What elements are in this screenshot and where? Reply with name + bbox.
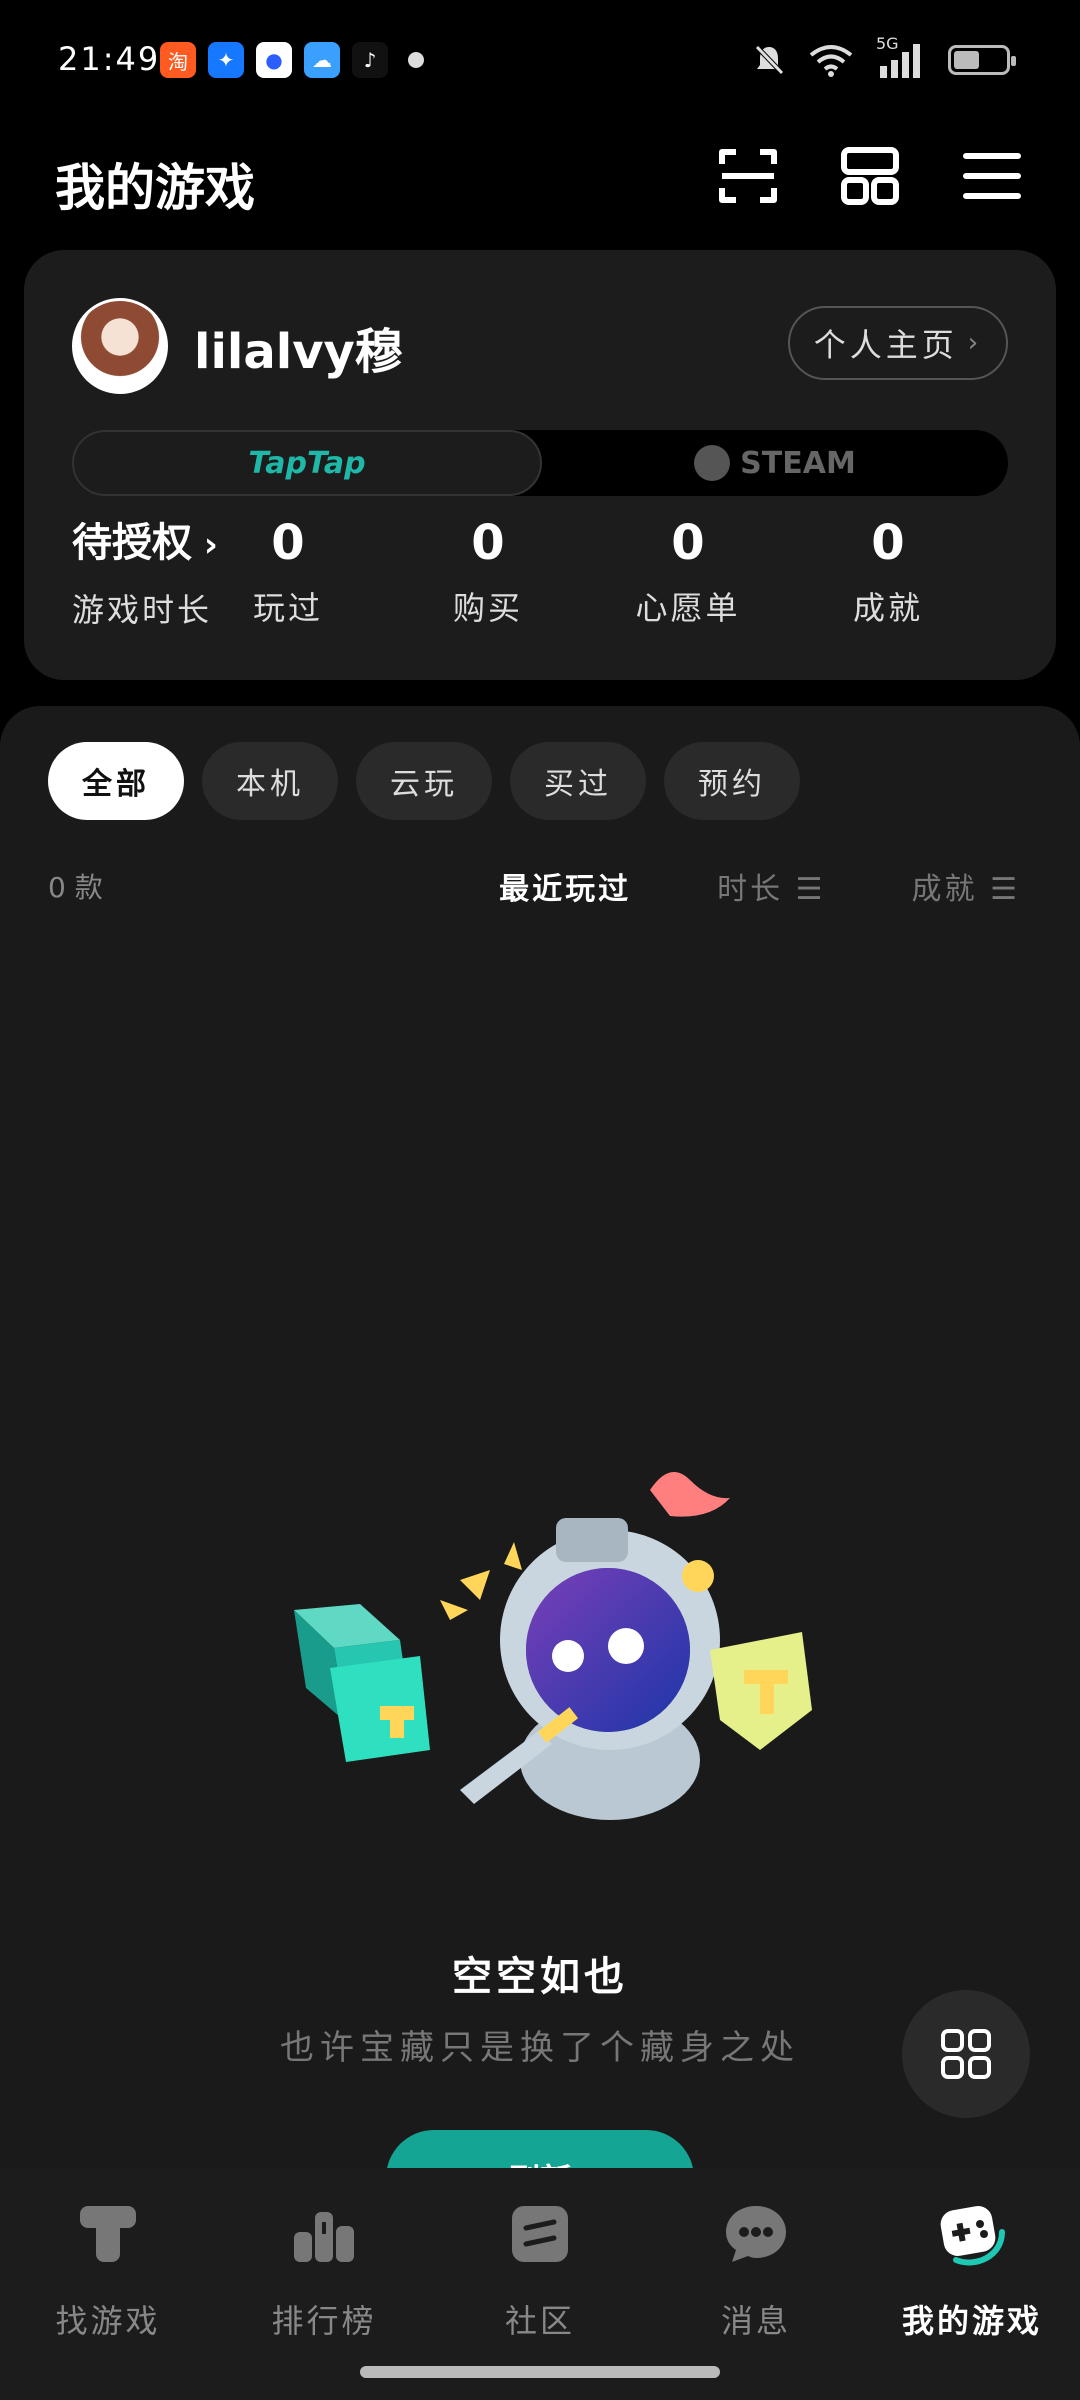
stat-played-label: 玩过 <box>252 589 323 627</box>
personal-homepage-button[interactable]: 个人主页 › <box>788 306 1008 380</box>
status-bar: 21:49 淘 ✦ ● ☁ ♪ 5G <box>0 0 1080 120</box>
nav-messages-label: 消息 <box>720 2302 791 2340</box>
nav-rankings-label: 排行榜 <box>271 2302 377 2340</box>
taptap-logo-icon <box>80 2206 136 2262</box>
top-bar: 我的游戏 <box>0 130 1080 230</box>
chip-purchased[interactable]: 买过 <box>510 742 646 820</box>
stat-purchased-value: 0 <box>471 515 505 571</box>
platform-tabs: TapTap STEAM <box>72 430 1008 496</box>
nav-my-games[interactable]: 我的游戏 <box>864 2198 1080 2342</box>
tab-steam[interactable]: STEAM <box>542 430 1008 496</box>
tiktok-icon: ♪ <box>352 42 388 78</box>
stat-achievements[interactable]: 0 成就 <box>798 508 978 638</box>
cellular-signal-icon: 5G <box>876 34 926 80</box>
chevron-right-icon: › <box>967 328 983 358</box>
nav-community[interactable]: 社区 <box>432 2198 648 2342</box>
stat-played-value: 0 <box>271 515 305 571</box>
sort-achievements[interactable]: 成就 ☰ <box>912 864 1020 908</box>
knight-mascot-illustration <box>294 1472 812 1820</box>
gamepad-icon <box>940 2206 1005 2266</box>
stat-purchased-label: 购买 <box>452 589 523 627</box>
chip-cloud[interactable]: 云玩 <box>356 742 492 820</box>
apps-grid-icon <box>941 2029 991 2079</box>
sort-options: 最近玩过 时长 ☰ 成就 ☰ <box>499 864 1020 908</box>
chip-local[interactable]: 本机 <box>202 742 338 820</box>
tab-taptap[interactable]: TapTap <box>72 430 542 496</box>
community-icon <box>512 2206 568 2262</box>
sort-recent[interactable]: 最近玩过 <box>499 864 631 908</box>
message-bubble-icon <box>726 2206 786 2262</box>
avatar[interactable] <box>72 298 168 394</box>
sort-duration-label: 时长 <box>717 872 784 907</box>
nav-find-games[interactable]: 找游戏 <box>0 2198 216 2342</box>
nav-messages[interactable]: 消息 <box>648 2198 864 2342</box>
sort-achievements-label: 成就 <box>911 872 978 907</box>
battery-icon <box>948 45 1016 75</box>
nav-community-label: 社区 <box>504 2302 575 2340</box>
nav-my-games-label: 我的游戏 <box>901 2302 1042 2340</box>
wifi-icon <box>809 45 853 77</box>
more-notifications-dot <box>408 52 424 68</box>
nav-find-games-label: 找游戏 <box>55 2302 161 2340</box>
empty-state-title: 空空如也 <box>452 1954 628 2000</box>
page-title: 我的游戏 <box>55 159 255 217</box>
stat-achievements-value: 0 <box>871 515 905 571</box>
stat-achievements-label: 成就 <box>852 589 923 627</box>
mute-icon <box>755 45 784 75</box>
floating-apps-button[interactable] <box>902 1990 1030 2118</box>
stat-playtime-value: 待授权 <box>72 520 192 566</box>
baidu-icon: ● <box>256 42 292 78</box>
sort-icon: ☰ <box>795 872 826 907</box>
chip-reserved[interactable]: 预约 <box>664 742 800 820</box>
notification-icons: 淘 ✦ ● ☁ ♪ <box>160 42 424 78</box>
profile-card: lilalvy穆 个人主页 › TapTap STEAM 待授权 › 游戏时长 … <box>24 250 1056 680</box>
steam-icon <box>694 445 731 481</box>
stats-row: 待授权 › 游戏时长 0 玩过 0 购买 0 心愿单 0 成就 <box>72 508 1028 648</box>
home-indicator[interactable] <box>360 2366 720 2378</box>
alipay-icon: ✦ <box>208 42 244 78</box>
stat-wishlist[interactable]: 0 心愿单 <box>598 508 778 638</box>
system-status: 5G <box>752 34 1016 80</box>
weather-icon: ☁ <box>304 42 340 78</box>
stat-wishlist-value: 0 <box>671 515 705 571</box>
sort-icon: ☰ <box>990 872 1020 907</box>
status-time: 21:49 <box>58 40 161 78</box>
tab-taptap-label: TapTap <box>248 445 366 481</box>
stat-wishlist-label: 心愿单 <box>635 589 741 627</box>
username[interactable]: lilalvy穆 <box>194 312 403 382</box>
filter-chips: 全部 本机 云玩 买过 预约 <box>48 742 800 820</box>
taobao-icon: 淘 <box>160 42 196 78</box>
menu-icon[interactable] <box>960 144 1024 208</box>
tab-steam-label: STEAM <box>740 445 856 481</box>
rankings-icon <box>294 2212 354 2262</box>
stat-purchased[interactable]: 0 购买 <box>398 508 578 638</box>
nav-rankings[interactable]: 排行榜 <box>216 2198 432 2342</box>
personal-homepage-label: 个人主页 <box>813 326 958 364</box>
sort-duration[interactable]: 时长 ☰ <box>717 864 825 908</box>
chip-all[interactable]: 全部 <box>48 742 184 820</box>
grid-layout-icon[interactable] <box>838 144 902 208</box>
scan-icon[interactable] <box>716 144 780 208</box>
stat-played[interactable]: 0 玩过 <box>198 508 378 638</box>
game-count: 0 款 <box>48 871 103 904</box>
